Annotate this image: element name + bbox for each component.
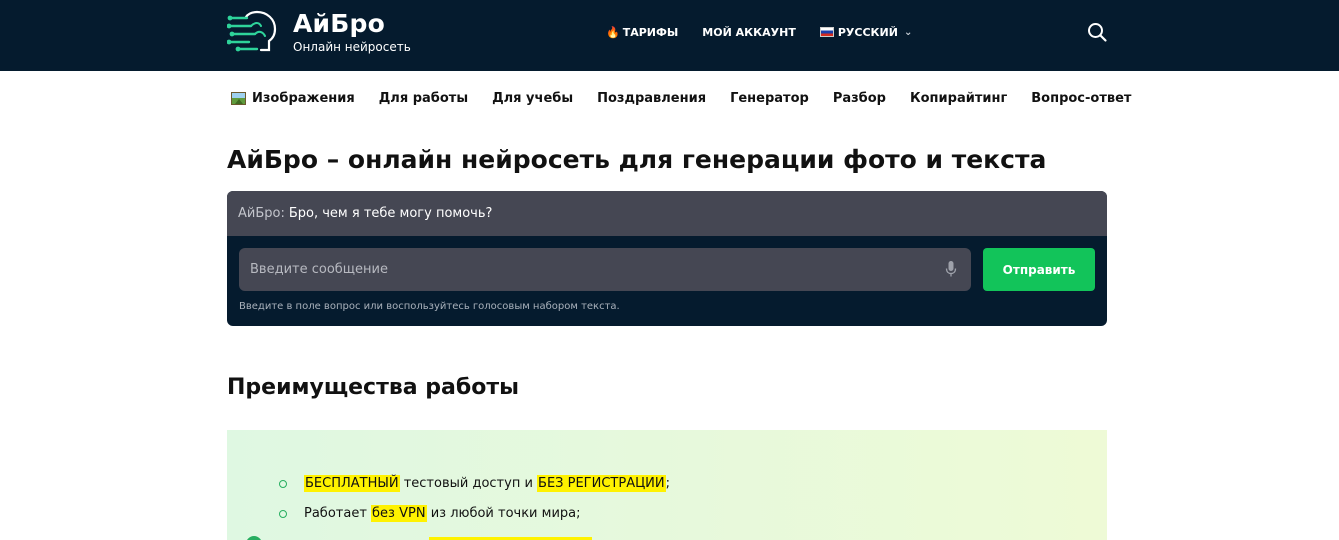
search-icon[interactable] xyxy=(1086,21,1108,43)
list-item: БЕСПЛАТНЫЙ тестовый доступ и БЕЗ РЕГИСТР… xyxy=(279,475,670,492)
category-images[interactable]: Изображения xyxy=(231,91,355,106)
category-generator[interactable]: Генератор xyxy=(730,91,809,106)
language-label: РУССКИЙ xyxy=(837,25,898,39)
picture-icon xyxy=(231,91,246,105)
nav-tariffs-label: ТАРИФЫ xyxy=(622,25,679,39)
page-title: АйБро – онлайн нейросеть для генерации ф… xyxy=(227,145,1047,174)
category-study[interactable]: Для учебы xyxy=(492,91,573,106)
item-text: из любой точки мира; xyxy=(426,506,581,521)
brand-name[interactable]: АйБро xyxy=(293,9,385,38)
advantages-title: Преимущества работы xyxy=(227,375,519,400)
send-button[interactable]: Отправить xyxy=(983,248,1095,291)
advantages-box: БЕСПЛАТНЫЙ тестовый доступ и БЕЗ РЕГИСТР… xyxy=(227,430,1107,540)
highlight-no-vpn: без VPN xyxy=(371,505,427,522)
fire-icon: 🔥 xyxy=(606,25,620,39)
category-copywriting[interactable]: Копирайтинг xyxy=(910,91,1007,106)
item-text-start: Работает xyxy=(304,506,372,521)
highlight-no-registration: БЕЗ РЕГИСТРАЦИИ xyxy=(537,475,666,492)
category-work[interactable]: Для работы xyxy=(379,91,468,106)
message-input[interactable] xyxy=(239,248,971,291)
category-greetings[interactable]: Поздравления xyxy=(597,91,706,106)
circle-bullet-icon xyxy=(279,509,287,518)
nav-tariffs[interactable]: 🔥 ТАРИФЫ xyxy=(606,26,678,39)
check-bullet-icon xyxy=(246,536,262,540)
item-text-end: ; xyxy=(665,476,671,491)
chat-sender: АйБро: xyxy=(238,206,285,221)
header: АйБро Онлайн нейросеть 🔥 ТАРИФЫ МОЙ АККА… xyxy=(0,0,1339,71)
brand-subtitle: Онлайн нейросеть xyxy=(293,40,411,54)
category-navigation: Изображения Для работы Для учебы Поздрав… xyxy=(231,88,1131,108)
category-label: Изображения xyxy=(252,90,355,106)
language-selector[interactable]: РУССКИЙ ⌄ xyxy=(819,25,913,39)
chat-hint: Введите в поле вопрос или воспользуйтесь… xyxy=(239,301,620,312)
chat-message-bar: АйБро: Бро, чем я тебе могу помочь? xyxy=(227,191,1107,236)
nav-my-account[interactable]: МОЙ АККАУНТ xyxy=(702,26,796,39)
top-navigation: 🔥 ТАРИФЫ МОЙ АККАУНТ РУССКИЙ ⌄ xyxy=(606,24,912,40)
category-analysis[interactable]: Разбор xyxy=(833,91,886,106)
chevron-down-icon: ⌄ xyxy=(903,26,913,38)
highlight-free: БЕСПЛАТНЫЙ xyxy=(304,475,400,492)
flag-icon xyxy=(819,27,834,37)
chat-widget: АйБро: Бро, чем я тебе могу помочь? Отпр… xyxy=(227,191,1107,326)
circle-bullet-icon xyxy=(279,479,287,488)
list-item: Работает без VPN из любой точки мира; xyxy=(279,505,581,522)
nav-my-account-label: МОЙ АККАУНТ xyxy=(702,25,796,39)
chat-message: Бро, чем я тебе могу помочь? xyxy=(288,206,493,221)
microphone-icon[interactable] xyxy=(945,260,957,278)
item-text: тестовый доступ и xyxy=(399,476,538,491)
category-qa[interactable]: Вопрос-ответ xyxy=(1031,91,1131,106)
brain-logo-icon[interactable] xyxy=(227,8,279,56)
